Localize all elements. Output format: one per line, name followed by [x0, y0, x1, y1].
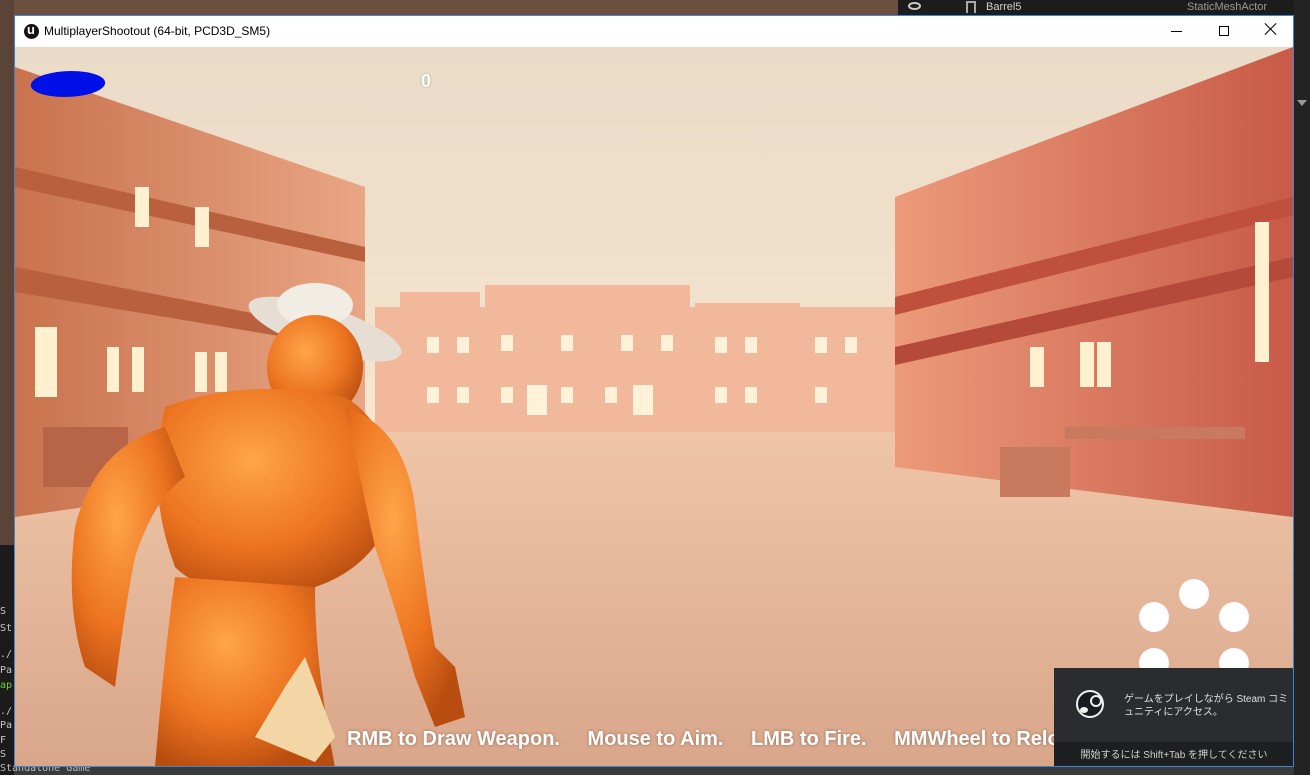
window-title: MultiplayerShootout (64-bit, PCD3D_SM5)	[44, 24, 271, 38]
hint-aim: Mouse to Aim.	[587, 728, 724, 750]
close-icon	[1264, 22, 1278, 36]
log-line: ap	[0, 680, 13, 691]
editor-right-scrollbar[interactable]	[1294, 0, 1310, 775]
game-window[interactable]: MultiplayerShootout (64-bit, PCD3D_SM5)	[14, 15, 1294, 767]
hint-fire: LMB to Fire.	[751, 728, 867, 750]
unreal-engine-logo-icon	[24, 22, 39, 39]
maximize-icon	[1219, 26, 1229, 36]
world-outliner-row[interactable]: Barrel5 StaticMeshActor	[898, 0, 1310, 15]
log-line: S	[0, 606, 7, 617]
scroll-down-icon[interactable]	[1297, 100, 1307, 106]
game-scene	[15, 47, 1293, 766]
log-line: St	[0, 623, 13, 634]
steam-logo-icon	[1076, 690, 1104, 718]
eye-icon[interactable]	[908, 2, 921, 10]
static-mesh-icon	[966, 1, 976, 13]
loading-spinner-dot	[1179, 579, 1209, 609]
steam-overlay-toast[interactable]: ゲームをプレイしながら Steam コミュニティにアクセス。 開始するには Sh…	[1054, 668, 1293, 766]
minimize-icon	[1171, 31, 1182, 32]
close-button[interactable]	[1248, 16, 1293, 47]
steam-toast-message: ゲームをプレイしながら Steam コミュニティにアクセス。	[1124, 694, 1289, 718]
log-line: S	[0, 749, 7, 760]
window-titlebar[interactable]: MultiplayerShootout (64-bit, PCD3D_SM5)	[15, 16, 1293, 47]
minimize-button[interactable]	[1154, 16, 1200, 47]
loading-spinner-dot	[1139, 602, 1169, 632]
hint-draw-weapon: RMB to Draw Weapon.	[347, 728, 560, 750]
editor-left-panel: S St ./ Pa ap ./ Pa F S	[0, 0, 14, 775]
steam-toast-body: ゲームをプレイしながら Steam コミュニティにアクセス。	[1054, 668, 1293, 742]
log-line: ./	[0, 706, 13, 717]
score-counter: 0	[420, 71, 431, 91]
steam-toast-hint: 開始するには Shift+Tab を押してください	[1080, 750, 1268, 761]
log-line: Pa	[0, 720, 13, 731]
log-line: Pa	[0, 665, 13, 676]
outliner-item-name: Barrel5	[986, 1, 1022, 13]
control-hints: RMB to Draw Weapon. Mouse to Aim. LMB to…	[347, 728, 1111, 754]
game-viewport[interactable]: 0 RMB to Draw Weapon. Mouse to Aim. LMB …	[15, 47, 1293, 766]
log-line: F	[0, 735, 7, 746]
editor-viewport-edge	[0, 0, 14, 545]
loading-spinner-dot	[1219, 602, 1249, 632]
log-line: ./	[0, 649, 13, 660]
maximize-button[interactable]	[1202, 16, 1248, 47]
outliner-item-type: StaticMeshActor	[1187, 1, 1268, 13]
